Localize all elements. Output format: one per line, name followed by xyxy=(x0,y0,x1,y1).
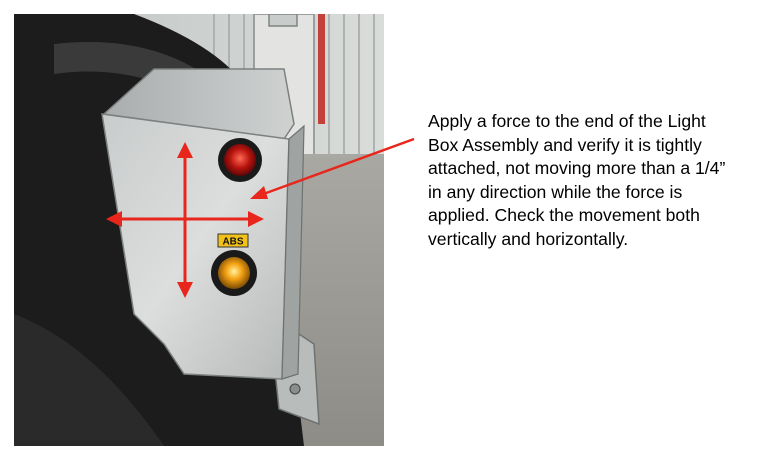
instruction-text: Apply a force to the end of the Light Bo… xyxy=(428,111,726,249)
abs-badge: ABS xyxy=(217,233,249,248)
amber-abs-lamp xyxy=(211,250,257,296)
light-box-photo: ABS xyxy=(14,14,384,446)
red-marker-lamp xyxy=(218,138,262,182)
door-window xyxy=(268,14,298,27)
bracket-bolt xyxy=(289,383,301,395)
door-trim-red xyxy=(318,14,325,124)
abs-badge-label: ABS xyxy=(222,237,243,248)
